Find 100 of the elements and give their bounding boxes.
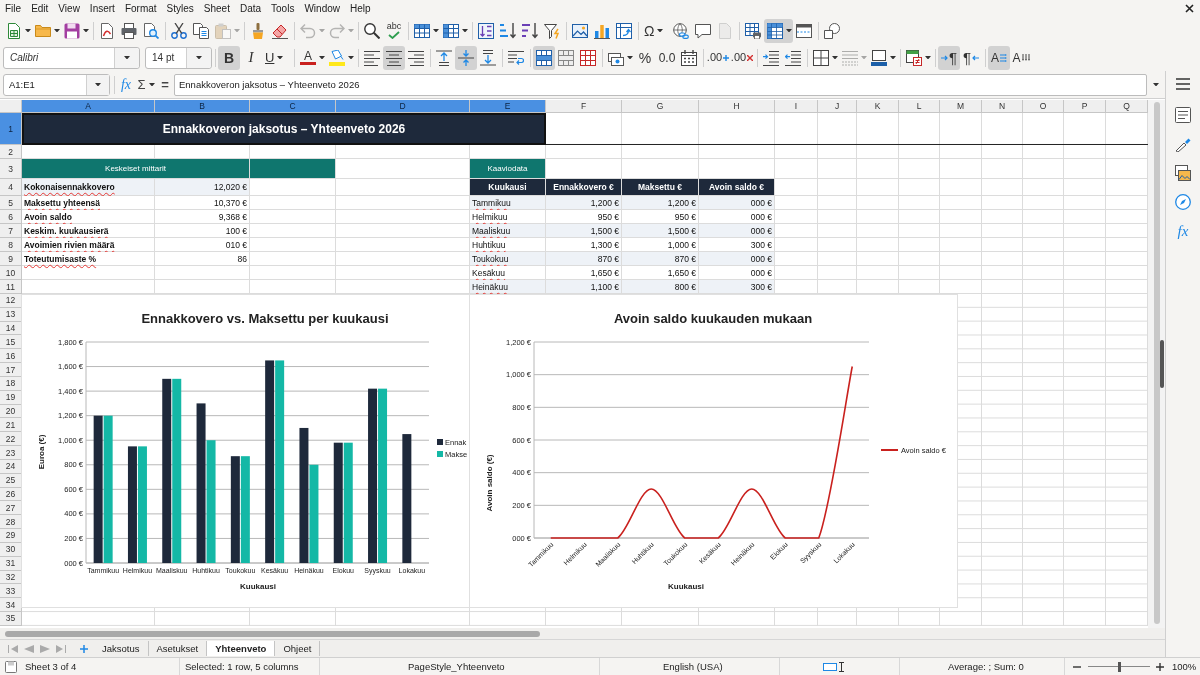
menu-item[interactable]: Help	[345, 0, 376, 17]
row-header[interactable]: 28	[0, 515, 22, 530]
formula-button[interactable]: =	[158, 73, 172, 96]
row-header[interactable]: 27	[0, 501, 22, 516]
plus-icon[interactable]	[1156, 662, 1164, 671]
text-vertical-button[interactable]: A	[1010, 45, 1032, 70]
row-header[interactable]: 16	[0, 349, 22, 364]
vertical-scrollbar[interactable]	[1153, 102, 1160, 624]
spelling-button[interactable]: abc	[383, 18, 405, 43]
horizontal-scrollbar[interactable]	[5, 630, 540, 637]
column-header[interactable]: L	[899, 100, 940, 113]
delete-decimal-button[interactable]: .00	[730, 45, 754, 70]
freeze-panes-icon	[767, 22, 783, 39]
row-header[interactable]: 21	[0, 418, 22, 433]
column-header[interactable]: I	[775, 100, 818, 113]
column-header[interactable]: M	[940, 100, 982, 113]
row-header[interactable]: 8	[0, 238, 22, 252]
font-name-field[interactable]: Calibri	[3, 46, 140, 69]
row-header[interactable]: 23	[0, 446, 22, 460]
left-to-right-button[interactable]: ¶	[938, 45, 960, 70]
percent-format-button[interactable]: %	[634, 45, 656, 70]
column-header[interactable]: Q	[1106, 100, 1148, 113]
column-header[interactable]: B	[155, 100, 250, 113]
text-horizontal-button[interactable]: A	[988, 45, 1010, 70]
menu-item[interactable]: View	[53, 0, 85, 17]
column-header[interactable]: N	[982, 100, 1023, 113]
add-decimal-button[interactable]: .00	[706, 45, 730, 70]
conditional-format-icon	[906, 49, 922, 66]
menu-icon	[1176, 78, 1190, 90]
column-header[interactable]: K	[857, 100, 899, 113]
right-to-left-button[interactable]: ¶	[960, 45, 982, 70]
row-header[interactable]: 29	[0, 529, 22, 543]
row-header[interactable]: 33	[0, 584, 22, 599]
minus-icon[interactable]	[1073, 665, 1081, 668]
column-header[interactable]: J	[818, 100, 857, 113]
caret-icon	[196, 55, 202, 60]
freeze-panes-button[interactable]	[764, 18, 793, 43]
menu-item[interactable]: Tools	[266, 0, 300, 17]
row-header[interactable]: 1	[0, 113, 22, 145]
menu-item[interactable]: Window	[299, 0, 345, 17]
italic-button[interactable]: I	[240, 45, 262, 70]
data-cell: 000 €	[699, 224, 775, 238]
selection-mode-icon[interactable]	[823, 662, 837, 671]
menu-item[interactable]: Insert	[84, 0, 120, 17]
underline-button[interactable]: U	[262, 45, 291, 70]
column-header[interactable]: D	[336, 100, 470, 113]
row-header[interactable]: 11	[0, 280, 22, 294]
align-center-button[interactable]	[383, 45, 405, 70]
menu-item[interactable]: Edit	[26, 0, 54, 17]
font-size-field[interactable]: 14 pt	[145, 46, 212, 69]
redo-icon	[329, 22, 345, 39]
sheet-tab[interactable]: Ohjeet	[275, 641, 321, 656]
title-cell: Ennakkoveron jaksotus – Yhteenveto 2026	[22, 113, 546, 145]
menu-item[interactable]: File	[0, 0, 27, 17]
row-header[interactable]: 7	[0, 224, 22, 238]
name-box-field[interactable]: A1:E1	[3, 73, 110, 96]
sheet-tab[interactable]: Jaksotus	[94, 641, 149, 656]
menu-item[interactable]: Format	[119, 0, 162, 17]
sheet-tab[interactable]: Yhteenveto	[207, 641, 276, 656]
close-icon[interactable]	[1185, 4, 1194, 13]
column-heading-cell: Kuukausi	[470, 179, 546, 196]
row-header[interactable]: 9	[0, 252, 22, 266]
slider-thumb[interactable]	[1117, 661, 1121, 672]
data-cell: Tammikuu	[470, 196, 546, 210]
row-header[interactable]: 34	[0, 598, 22, 613]
column-header[interactable]: A	[22, 100, 155, 113]
row-header[interactable]: 17	[0, 363, 22, 377]
row-header[interactable]: 2	[0, 145, 22, 159]
page-style[interactable]: PageStyle_Yhteenveto	[408, 661, 505, 672]
axis-title: Kuukausi	[240, 582, 276, 591]
row-header[interactable]: 6	[0, 210, 22, 224]
row-header[interactable]: 35	[0, 612, 22, 626]
language[interactable]: English (USA)	[663, 661, 723, 672]
column-header[interactable]: O	[1023, 100, 1064, 113]
resize-handle[interactable]	[1160, 340, 1164, 388]
number-format-button[interactable]: 0.0	[656, 45, 678, 70]
menu-item[interactable]: Data	[234, 0, 267, 17]
row-header[interactable]: 4	[0, 179, 22, 196]
data-cell: 1,500 €	[622, 224, 699, 238]
properties-icon	[1175, 107, 1191, 123]
row-header[interactable]: 22	[0, 432, 22, 447]
menu-item[interactable]: Styles	[161, 0, 199, 17]
row-header[interactable]: 5	[0, 196, 22, 210]
column-header[interactable]: E	[470, 100, 546, 113]
column-header[interactable]: G	[622, 100, 699, 113]
column-header[interactable]: H	[699, 100, 775, 113]
special-character-button[interactable]: Ω	[641, 18, 670, 43]
menu-item[interactable]: Sheet	[198, 0, 235, 17]
row-header[interactable]: 10	[0, 266, 22, 280]
row-header[interactable]: 12	[0, 294, 22, 308]
row-header[interactable]: 3	[0, 159, 22, 179]
column-header[interactable]: C	[250, 100, 336, 113]
bold-button[interactable]: B	[218, 45, 240, 70]
merge-center-button[interactable]	[533, 45, 555, 70]
formula-input-field[interactable]: Ennakkoveron jaksotus – Yhteenveto 2026	[174, 73, 1147, 96]
font-color-button[interactable]: A	[297, 45, 326, 70]
column-header[interactable]: F	[546, 100, 622, 113]
row-header[interactable]: 15	[0, 335, 22, 350]
autosum-button[interactable]: Σ	[134, 73, 158, 96]
column-header[interactable]: P	[1064, 100, 1106, 113]
